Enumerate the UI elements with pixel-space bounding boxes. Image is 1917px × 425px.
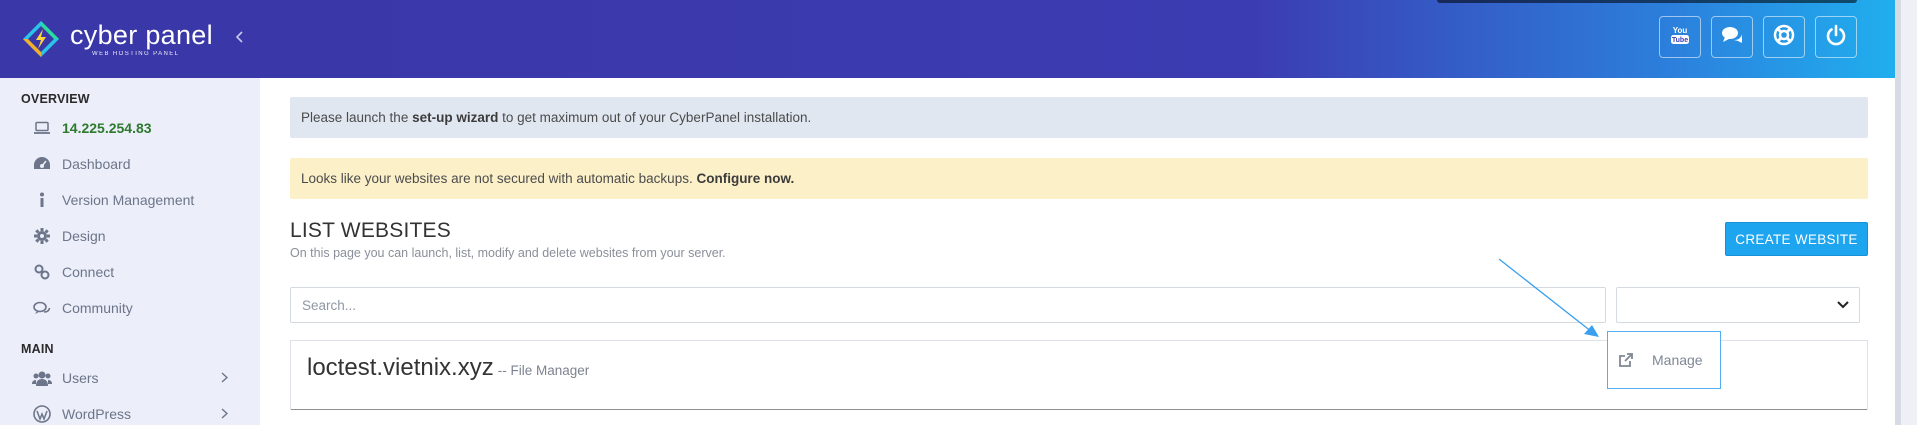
website-filters	[290, 287, 1868, 323]
sidebar-collapse-chevron-icon[interactable]	[235, 30, 244, 48]
sidebar-item-label: Community	[62, 300, 133, 316]
chevron-right-icon	[221, 407, 229, 422]
sidebar-item-users[interactable]: Users	[0, 360, 260, 396]
sidebar: cyber panel WEB HOSTING PANEL OVERVIEW 1…	[0, 0, 260, 425]
setup-alert-suffix: to get maximum out of your CyberPanel in…	[498, 110, 812, 125]
support-button[interactable]	[1763, 16, 1805, 58]
sidebar-item-design[interactable]: Design	[0, 218, 260, 254]
gear-icon	[32, 226, 52, 246]
chat-icon	[32, 298, 52, 318]
nav-header-overview: OVERVIEW	[21, 92, 90, 106]
cyberpanel-logo-icon[interactable]	[22, 20, 60, 58]
chevron-down-icon	[1837, 298, 1849, 312]
users-icon	[32, 368, 52, 388]
brand-text: cyber panel WEB HOSTING PANEL	[70, 19, 213, 57]
brand-header: cyber panel WEB HOSTING PANEL	[0, 0, 260, 78]
sidebar-item-dashboard[interactable]: Dashboard	[0, 146, 260, 182]
page-subtitle: On this page you can launch, list, modif…	[290, 246, 726, 260]
sidebar-item-ip-address[interactable]: 14.225.254.83	[0, 110, 260, 146]
info-icon	[32, 190, 52, 210]
main-content: Please launch the set-up wizard to get m…	[290, 97, 1868, 410]
setup-alert-prefix: Please launch the	[301, 110, 413, 125]
dashboard-icon	[32, 154, 52, 174]
file-manager-link[interactable]: -- File Manager	[498, 363, 590, 378]
external-link-icon	[1618, 352, 1634, 368]
sidebar-item-connect[interactable]: Connect	[0, 254, 260, 290]
sidebar-item-label: Dashboard	[62, 156, 131, 172]
setup-wizard-alert: Please launch the set-up wizard to get m…	[290, 97, 1868, 138]
lifebuoy-icon	[1773, 24, 1795, 51]
youtube-icon: You Tube	[1669, 24, 1691, 51]
sidebar-item-wordpress[interactable]: WordPress	[0, 396, 260, 425]
youtube-button[interactable]: You Tube	[1659, 16, 1701, 58]
create-website-button[interactable]: CREATE WEBSITE	[1725, 222, 1868, 256]
top-action-buttons: You Tube	[1659, 16, 1857, 58]
list-websites-header: LIST WEBSITES On this page you can launc…	[290, 219, 1868, 275]
window-shadow-strip	[1437, 0, 1857, 3]
page-title: LIST WEBSITES	[290, 219, 451, 242]
logout-button[interactable]	[1815, 16, 1857, 58]
top-header-bar: You Tube	[260, 0, 1917, 78]
sidebar-item-label: Design	[62, 228, 106, 244]
scrollbar-track	[1895, 0, 1901, 425]
power-icon	[1825, 24, 1847, 51]
sidebar-item-community[interactable]: Community	[0, 290, 260, 326]
sidebar-item-label: Users	[62, 370, 99, 386]
filter-select[interactable]	[1616, 287, 1860, 323]
link-icon	[32, 262, 52, 282]
card-divider	[291, 409, 1867, 410]
backup-alert-text: Looks like your websites are not secured…	[301, 171, 697, 186]
brand-tagline: WEB HOSTING PANEL	[92, 50, 180, 57]
website-domain[interactable]: loctest.vietnix.xyz	[307, 354, 494, 381]
sidebar-item-label: Version Management	[62, 192, 195, 208]
manage-button-label: Manage	[1652, 352, 1703, 368]
svg-text:You: You	[1673, 26, 1688, 35]
chat-button[interactable]	[1711, 16, 1753, 58]
chevron-right-icon	[221, 371, 229, 386]
sidebar-item-version-management[interactable]: Version Management	[0, 182, 260, 218]
configure-now-link[interactable]: Configure now.	[696, 171, 794, 186]
nav-header-main: MAIN	[21, 342, 54, 356]
laptop-icon	[32, 118, 52, 138]
brand-name: cyber panel	[70, 19, 213, 50]
manage-button[interactable]: Manage	[1607, 331, 1721, 389]
sidebar-item-label: WordPress	[62, 406, 131, 422]
svg-text:Tube: Tube	[1672, 37, 1688, 44]
ip-address-label: 14.225.254.83	[62, 120, 152, 136]
search-input[interactable]	[290, 287, 1606, 323]
website-card: loctest.vietnix.xyz -- File Manager Manag…	[290, 331, 1868, 410]
sidebar-item-label: Connect	[62, 264, 115, 280]
website-title: loctest.vietnix.xyz -- File Manager	[307, 354, 589, 382]
backup-warning-alert: Looks like your websites are not secured…	[290, 158, 1868, 199]
wordpress-icon	[32, 404, 52, 424]
setup-wizard-link[interactable]: set-up wizard	[412, 110, 498, 125]
comments-icon	[1721, 25, 1743, 50]
page-scrollbar[interactable]	[1895, 0, 1917, 425]
